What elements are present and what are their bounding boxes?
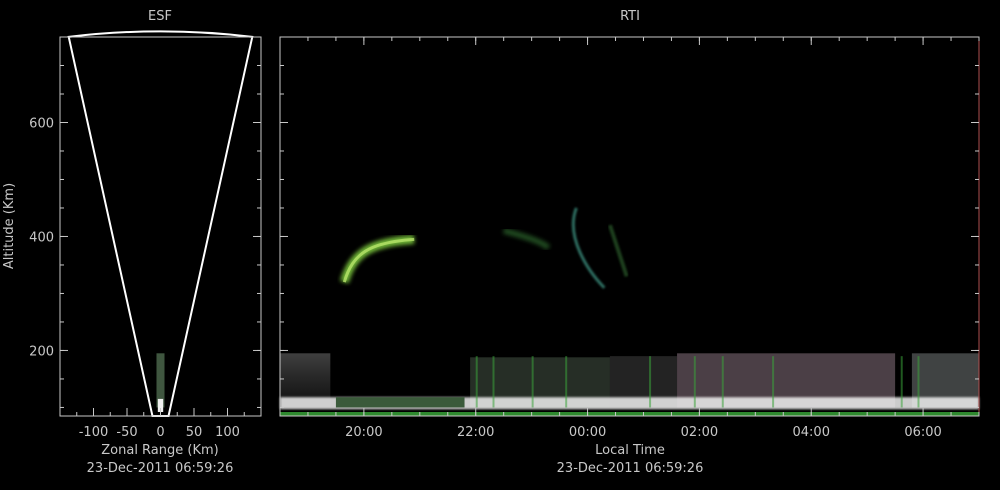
esf-y-tick-label: 600 [29, 116, 54, 131]
rti-e-streak [721, 356, 724, 408]
rti-e-streak [917, 356, 920, 408]
rti-e-streak [772, 356, 775, 408]
esf-x-tick-label: 50 [186, 425, 203, 440]
figure-svg: ESF Zonal Range (Km) 23-Dec-2011 06:59:2… [2, 9, 980, 476]
rti-e-streak [475, 356, 478, 408]
rti-plume-core [342, 237, 415, 283]
esf-plot: -100 -50 0 50 100 200 400 600 [29, 30, 262, 440]
rti-e-streak [492, 356, 495, 408]
esf-footer: 23-Dec-2011 06:59:26 [87, 461, 234, 476]
esf-x-tick-label: 0 [156, 425, 164, 440]
rti-x-tick-label: 06:00 [904, 425, 941, 440]
esf-echo-column [156, 353, 165, 413]
rti-e-streak [900, 356, 903, 408]
rti-bottom-gap [335, 397, 465, 408]
figure: ESF Zonal Range (Km) 23-Dec-2011 06:59:2… [0, 0, 1000, 490]
rti-e-streak [531, 356, 534, 408]
rti-plume-teal [571, 207, 606, 289]
rti-plume-green2 [608, 224, 629, 277]
esf-x-tick-label: -50 [116, 425, 137, 440]
rti-plot: 20:00 22:00 00:00 02:00 04:00 06:00 [279, 36, 980, 440]
esf-y-tick-label: 200 [29, 344, 54, 359]
rti-echo-image [280, 207, 979, 417]
esf-x-tick-label: -100 [79, 425, 109, 440]
rti-plume-faint [502, 227, 551, 251]
rti-x-tick-label: 02:00 [681, 425, 718, 440]
rti-e-streak [649, 356, 652, 408]
rti-e-streak [693, 356, 696, 408]
rti-footer: 23-Dec-2011 06:59:26 [557, 461, 704, 476]
rti-x-tick-label: 20:00 [345, 425, 382, 440]
rti-x-tick-label: 22:00 [457, 425, 494, 440]
esf-y-tick-label: 400 [29, 230, 54, 245]
rti-title: RTI [620, 9, 640, 24]
rti-e-streak [565, 356, 568, 408]
esf-x-tick-label: 100 [215, 425, 240, 440]
esf-ylabel: Altitude (Km) [2, 183, 17, 269]
rti-x-tick-label: 04:00 [793, 425, 830, 440]
rti-xlabel: Local Time [595, 443, 665, 458]
esf-xlabel: Zonal Range (Km) [101, 443, 218, 458]
rti-x-tick-label: 00:00 [569, 425, 606, 440]
esf-title: ESF [148, 9, 172, 24]
rti-green-floor [280, 412, 979, 417]
